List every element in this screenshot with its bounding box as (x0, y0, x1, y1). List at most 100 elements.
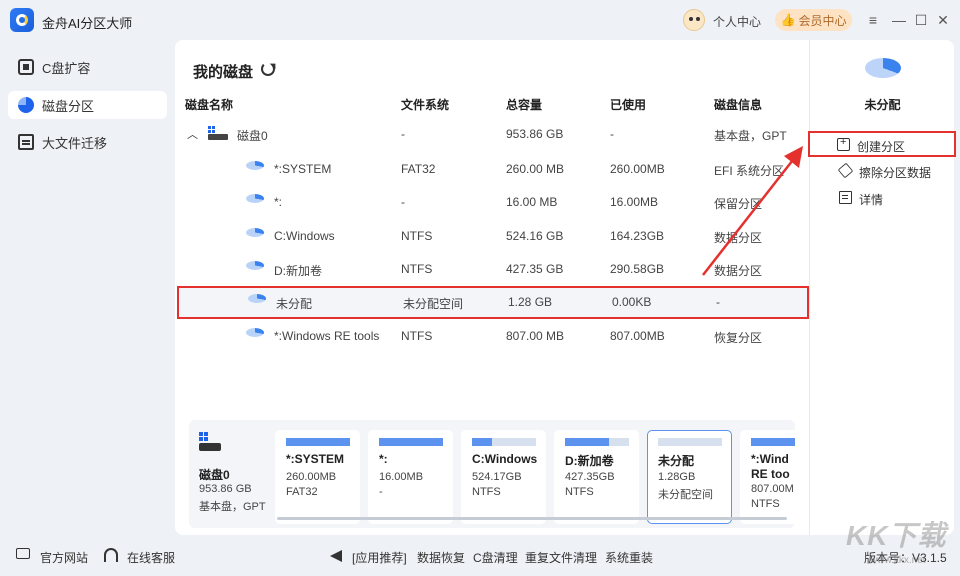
erase-partition-button[interactable]: 擦除分区数据 (810, 158, 955, 184)
partition-card[interactable]: D:新加卷 427.35GB NTFS (554, 430, 639, 524)
partition-card[interactable]: *:Wind RE too 807.00M NTFS (740, 430, 795, 524)
column-header-total: 总容量 (506, 98, 543, 112)
partition-name: *: (274, 195, 283, 209)
partition-card[interactable]: C:Windows 524.17GB NTFS (461, 430, 546, 524)
table-row[interactable]: D:新加卷 NTFS 427.35 GB 290.58GB 数据分区 (175, 253, 809, 286)
minimize-icon[interactable]: — (890, 11, 908, 29)
avatar[interactable] (683, 9, 705, 31)
partition-total: 1.28 GB (508, 295, 553, 309)
partition-info: 数据分区 (714, 264, 763, 278)
usage-bar (472, 438, 536, 446)
table-row-selected[interactable]: 未分配 未分配空间 1.28 GB 0.00KB - (177, 286, 809, 319)
maximize-icon[interactable]: ☐ (912, 11, 930, 29)
card-size: 807.00M (751, 483, 794, 495)
page-title: 我的磁盘 (193, 64, 254, 81)
thumbs-up-icon: 👍 (780, 13, 796, 27)
partition-icon (246, 228, 264, 242)
action-label: 详情 (859, 193, 884, 207)
partition-used: 260.00MB (610, 162, 665, 176)
card-size: 427.35GB (565, 471, 615, 483)
disk-info: 基本盘，GPT (714, 129, 787, 143)
card-size: 1.28GB (658, 471, 696, 483)
column-header-used: 已使用 (610, 98, 647, 112)
card-fs: NTFS (751, 498, 780, 510)
partition-card[interactable]: *:SYSTEM 260.00MB FAT32 (275, 430, 360, 524)
footer-link-data-recovery[interactable]: 数据恢复 (417, 549, 465, 566)
table-row[interactable]: C:Windows NTFS 524.16 GB 164.23GB 数据分区 (175, 220, 809, 253)
footer-link-system-reinstall[interactable]: 系统重装 (605, 549, 653, 566)
partition-info: 保留分区 (714, 197, 763, 211)
partition-total: 524.16 GB (506, 229, 564, 243)
partition-fs: - (401, 195, 405, 209)
partition-card-selected[interactable]: 未分配 1.28GB 未分配空间 (647, 430, 732, 524)
online-support-link[interactable]: 在线客服 (127, 549, 175, 566)
partition-name: 未分配 (276, 297, 313, 311)
sidebar-item-c-expand[interactable]: C盘扩容 (8, 53, 167, 81)
action-label: 创建分区 (857, 140, 906, 154)
column-header-info: 磁盘信息 (714, 98, 763, 112)
card-fs: FAT32 (286, 486, 318, 498)
partition-card[interactable]: *: 16.00MB - (368, 430, 453, 524)
app-recommend-label: [应用推荐] (352, 551, 407, 565)
horizontal-scrollbar[interactable] (277, 517, 787, 520)
partition-used: 0.00KB (612, 295, 652, 309)
headset-icon (104, 548, 118, 562)
megaphone-icon (330, 550, 342, 562)
table-row[interactable]: *: - 16.00 MB 16.00MB 保留分区 (175, 186, 809, 219)
create-partition-icon (837, 136, 850, 151)
disk-fs: - (401, 127, 405, 141)
selected-partition-title: 未分配 (864, 98, 901, 112)
disk-total: 953.86 GB (506, 127, 564, 141)
user-center-link[interactable]: 个人中心 (713, 13, 761, 30)
pie-chart-icon (18, 97, 34, 113)
menu-icon[interactable]: ≡ (864, 11, 882, 29)
table-row[interactable]: *:SYSTEM FAT32 260.00 MB 260.00MB EFI 系统… (175, 153, 809, 186)
partition-info: 数据分区 (714, 231, 763, 245)
refresh-icon[interactable] (261, 62, 275, 76)
sidebar: C盘扩容 磁盘分区 大文件迁移 (0, 40, 175, 535)
details-button[interactable]: 详情 (810, 185, 955, 211)
partition-total: 807.00 MB (506, 329, 565, 343)
usage-bar (751, 438, 795, 446)
sidebar-item-large-file-migrate[interactable]: 大文件迁移 (8, 128, 167, 156)
column-header-name: 磁盘名称 (185, 98, 234, 112)
partition-fs: NTFS (401, 262, 433, 276)
footer-link-c-clean[interactable]: C盘清理 (473, 549, 518, 566)
partition-name: D:新加卷 (274, 264, 323, 278)
partition-info: - (716, 295, 720, 309)
action-label: 擦除分区数据 (859, 166, 932, 180)
table-row[interactable]: *:Windows RE tools NTFS 807.00 MB 807.00… (175, 320, 809, 353)
details-icon (839, 191, 852, 204)
vip-center-label: 会员中心 (798, 13, 847, 28)
watermark: KK下载 (846, 520, 947, 551)
sidebar-item-disk-partition[interactable]: 磁盘分区 (8, 91, 167, 119)
official-website-link[interactable]: 官方网站 (40, 549, 88, 566)
partition-fs: FAT32 (401, 162, 436, 176)
partition-used: 164.23GB (610, 229, 665, 243)
app-title: 金舟AI分区大师 (42, 16, 133, 31)
card-fs: NTFS (565, 486, 594, 498)
partition-icon (865, 58, 901, 88)
partition-used: 290.58GB (610, 262, 665, 276)
partition-map-strip: 磁盘0 953.86 GB 基本盘，GPT *:SYSTEM 260.00MB … (189, 420, 795, 528)
partition-icon (246, 194, 264, 208)
partition-name: C:Windows (274, 229, 335, 243)
app-logo-icon (10, 8, 34, 32)
create-partition-button[interactable]: 创建分区 (808, 131, 956, 157)
close-icon[interactable]: ✕ (934, 11, 952, 29)
vip-center-button[interactable]: 👍 会员中心 (775, 9, 852, 31)
usage-bar (379, 438, 443, 446)
card-name: D:新加卷 (565, 454, 614, 468)
expand-icon (18, 59, 34, 75)
footer-link-duplicate-clean[interactable]: 重复文件清理 (525, 549, 597, 566)
card-name: C:Windows (472, 452, 538, 466)
strip-disk-summary: 磁盘0 953.86 GB 基本盘，GPT (199, 428, 269, 520)
monitor-icon (16, 548, 30, 559)
card-size: 16.00MB (379, 471, 424, 483)
card-size: 260.00MB (286, 471, 337, 483)
chevron-up-icon[interactable]: ︿ (187, 126, 198, 142)
card-name: *: (379, 452, 388, 466)
partition-total: 427.35 GB (506, 262, 564, 276)
disk-row[interactable]: ︿ 磁盘0 - 953.86 GB - 基本盘，GPT (175, 118, 809, 151)
right-panel: 未分配 创建分区 擦除分区数据 详情 (808, 40, 956, 535)
